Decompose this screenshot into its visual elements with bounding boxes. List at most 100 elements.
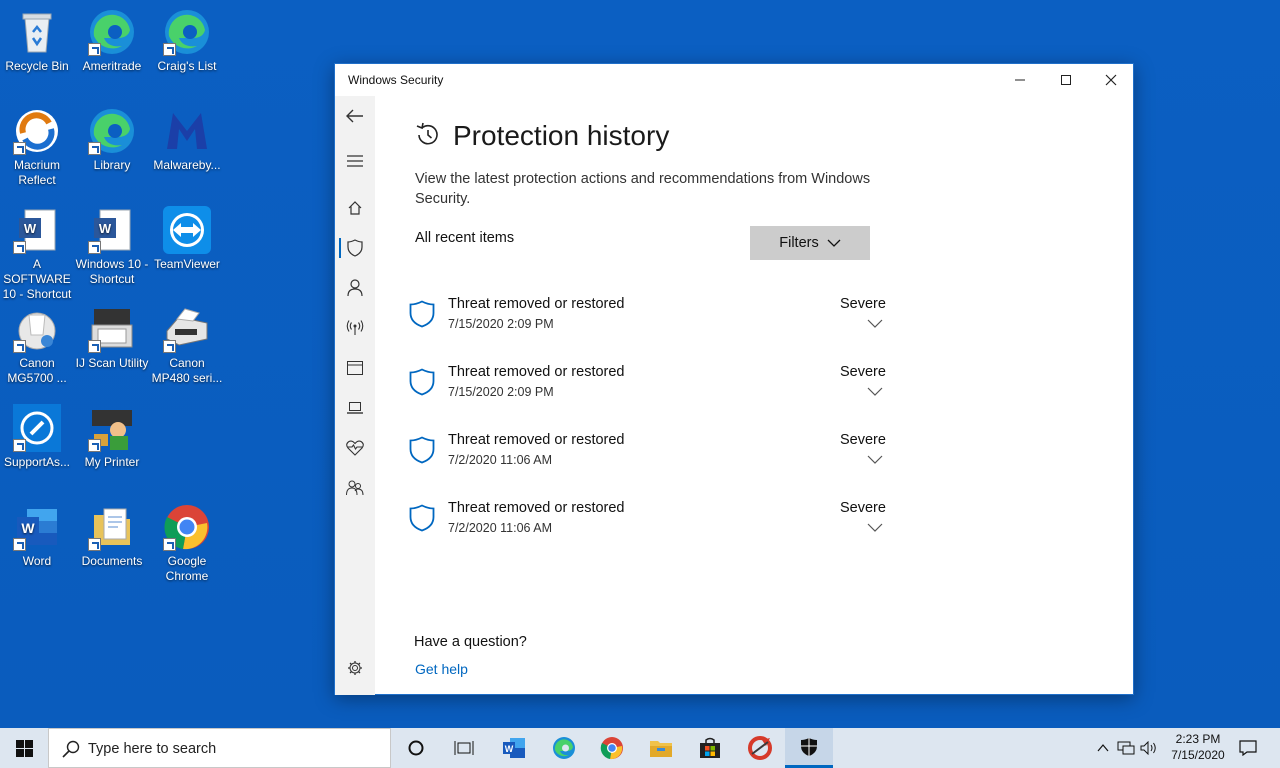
nav-settings[interactable]	[335, 650, 375, 686]
get-help-link[interactable]: Get help	[415, 661, 468, 677]
threat-title: Threat removed or restored	[448, 364, 625, 380]
network-button[interactable]	[1115, 728, 1137, 768]
desktop-icon-label: SupportAs...	[3, 455, 71, 469]
desktop-icon-windows-10[interactable]: W Windows 10 - Shortcut	[75, 200, 149, 287]
minimize-button[interactable]	[997, 64, 1043, 96]
menu-button[interactable]	[335, 143, 375, 179]
threat-title: Threat removed or restored	[448, 296, 625, 312]
minimize-icon	[1015, 79, 1025, 81]
home-icon	[348, 201, 362, 215]
laptop-icon	[347, 402, 363, 414]
nav-device-security[interactable]	[335, 390, 375, 426]
cortana-button[interactable]	[392, 728, 440, 768]
desktop-icon-library[interactable]: Library	[75, 101, 149, 173]
shortcut-arrow-icon	[88, 538, 101, 551]
windows-logo-icon	[15, 739, 33, 757]
ccleaner-icon	[748, 736, 772, 760]
desktop-icon-canon-mp480[interactable]: Canon MP480 seri...	[150, 299, 224, 386]
word-icon: W	[503, 738, 525, 758]
nav-firewall[interactable]	[335, 310, 375, 346]
desktop-icon-label: Windows 10 - Shortcut	[75, 257, 149, 286]
desktop-icon-label: My Printer	[84, 455, 140, 469]
chevron-down-icon[interactable]	[867, 523, 883, 532]
recycle-bin-icon	[13, 8, 61, 56]
desktop-icon-teamviewer[interactable]: TeamViewer	[150, 200, 224, 272]
start-button[interactable]	[0, 728, 48, 768]
back-button[interactable]	[335, 98, 375, 134]
taskbar-search-box[interactable]: Type here to search	[48, 728, 391, 768]
nav-virus-protection[interactable]	[335, 230, 375, 266]
desktop-icon-canon-mg5700[interactable]: Canon MG5700 ...	[0, 299, 74, 386]
desktop-icon-macrium[interactable]: Macrium Reflect	[0, 101, 74, 188]
desktop-icon-label: Canon MP480 seri...	[151, 356, 223, 385]
desktop: Recycle Bin Macrium Reflect W A SOFTWARE…	[0, 0, 1280, 728]
close-button[interactable]	[1088, 64, 1134, 96]
task-view-icon	[454, 741, 474, 755]
taskbar-store[interactable]	[686, 728, 734, 768]
chevron-down-icon[interactable]	[867, 319, 883, 328]
desktop-icon-label: Documents	[81, 554, 143, 568]
nav-family-options[interactable]	[335, 470, 375, 506]
chevron-down-icon	[827, 239, 841, 247]
threat-severity: Severe	[840, 296, 886, 312]
notifications-button[interactable]	[1233, 728, 1263, 768]
desktop-icon-label: Malwareby...	[153, 158, 221, 172]
desktop-icon-supportassist[interactable]: SupportAs...	[0, 398, 74, 470]
threat-item[interactable]: Threat removed or restored 7/2/2020 11:0…	[409, 499, 889, 551]
antenna-icon	[346, 320, 364, 335]
desktop-icon-recycle-bin[interactable]: Recycle Bin	[0, 2, 74, 74]
svg-text:W: W	[505, 744, 514, 754]
taskbar-clock[interactable]: 2:23 PM 7/15/2020	[1163, 731, 1233, 763]
scanner-icon	[88, 305, 136, 353]
taskbar-edge[interactable]	[540, 728, 588, 768]
desktop-icon-word[interactable]: W Word	[0, 497, 74, 569]
filters-label: Filters	[779, 235, 819, 251]
desktop-icon-ameritrade[interactable]: Ameritrade	[75, 2, 149, 74]
desktop-icon-craigs-list[interactable]: Craig's List	[150, 2, 224, 74]
word-doc-icon: W	[88, 206, 136, 254]
maximize-button[interactable]	[1043, 64, 1089, 96]
desktop-icon-a-software[interactable]: W A SOFTWARE 10 - Shortcut	[0, 200, 74, 302]
person-icon	[347, 279, 363, 297]
main-content: Protection history View the latest prote…	[375, 96, 1133, 695]
filters-button[interactable]: Filters	[750, 226, 870, 260]
desktop-icon-malwarebytes[interactable]: Malwareby...	[150, 101, 224, 173]
taskbar: Type here to search W 2:23 PM 7/15/2020	[0, 728, 1280, 768]
title-bar[interactable]: Windows Security	[335, 64, 1133, 96]
task-view-button[interactable]	[440, 728, 488, 768]
nav-device-performance[interactable]	[335, 430, 375, 466]
taskbar-file-explorer[interactable]	[637, 728, 685, 768]
threat-item[interactable]: Threat removed or restored 7/2/2020 11:0…	[409, 431, 889, 483]
recent-items-label: All recent items	[415, 230, 515, 246]
taskbar-word[interactable]: W	[490, 728, 538, 768]
chevron-down-icon[interactable]	[867, 387, 883, 396]
history-icon	[415, 122, 441, 153]
word-doc-icon: W	[13, 206, 61, 254]
show-hidden-icons-button[interactable]	[1092, 728, 1114, 768]
shield-icon	[347, 239, 363, 257]
taskbar-ccleaner[interactable]	[736, 728, 784, 768]
taskbar-windows-security[interactable]	[785, 728, 833, 768]
taskbar-chrome[interactable]	[588, 728, 636, 768]
edge-icon	[88, 107, 136, 155]
clock-time: 2:23 PM	[1175, 732, 1221, 746]
volume-button[interactable]	[1138, 728, 1160, 768]
threat-severity: Severe	[840, 432, 886, 448]
malwarebytes-icon	[163, 107, 211, 155]
desktop-icon-ij-scan[interactable]: IJ Scan Utility	[75, 299, 149, 371]
desktop-icon-my-printer[interactable]: My Printer	[75, 398, 149, 470]
threat-item[interactable]: Threat removed or restored 7/15/2020 2:0…	[409, 363, 889, 415]
desktop-icon-documents[interactable]: Documents	[75, 497, 149, 569]
shield-icon	[801, 737, 817, 756]
browser-window-icon	[347, 361, 363, 375]
nav-home[interactable]	[335, 190, 375, 226]
heart-pulse-icon	[346, 440, 364, 456]
hamburger-icon	[347, 155, 363, 167]
nav-app-browser[interactable]	[335, 350, 375, 386]
threat-item[interactable]: Threat removed or restored 7/15/2020 2:0…	[409, 295, 889, 347]
nav-account-protection[interactable]	[335, 270, 375, 306]
desktop-icon-google-chrome[interactable]: Google Chrome	[150, 497, 224, 584]
supportassist-icon	[13, 404, 61, 452]
chevron-down-icon[interactable]	[867, 455, 883, 464]
shortcut-arrow-icon	[13, 538, 26, 551]
